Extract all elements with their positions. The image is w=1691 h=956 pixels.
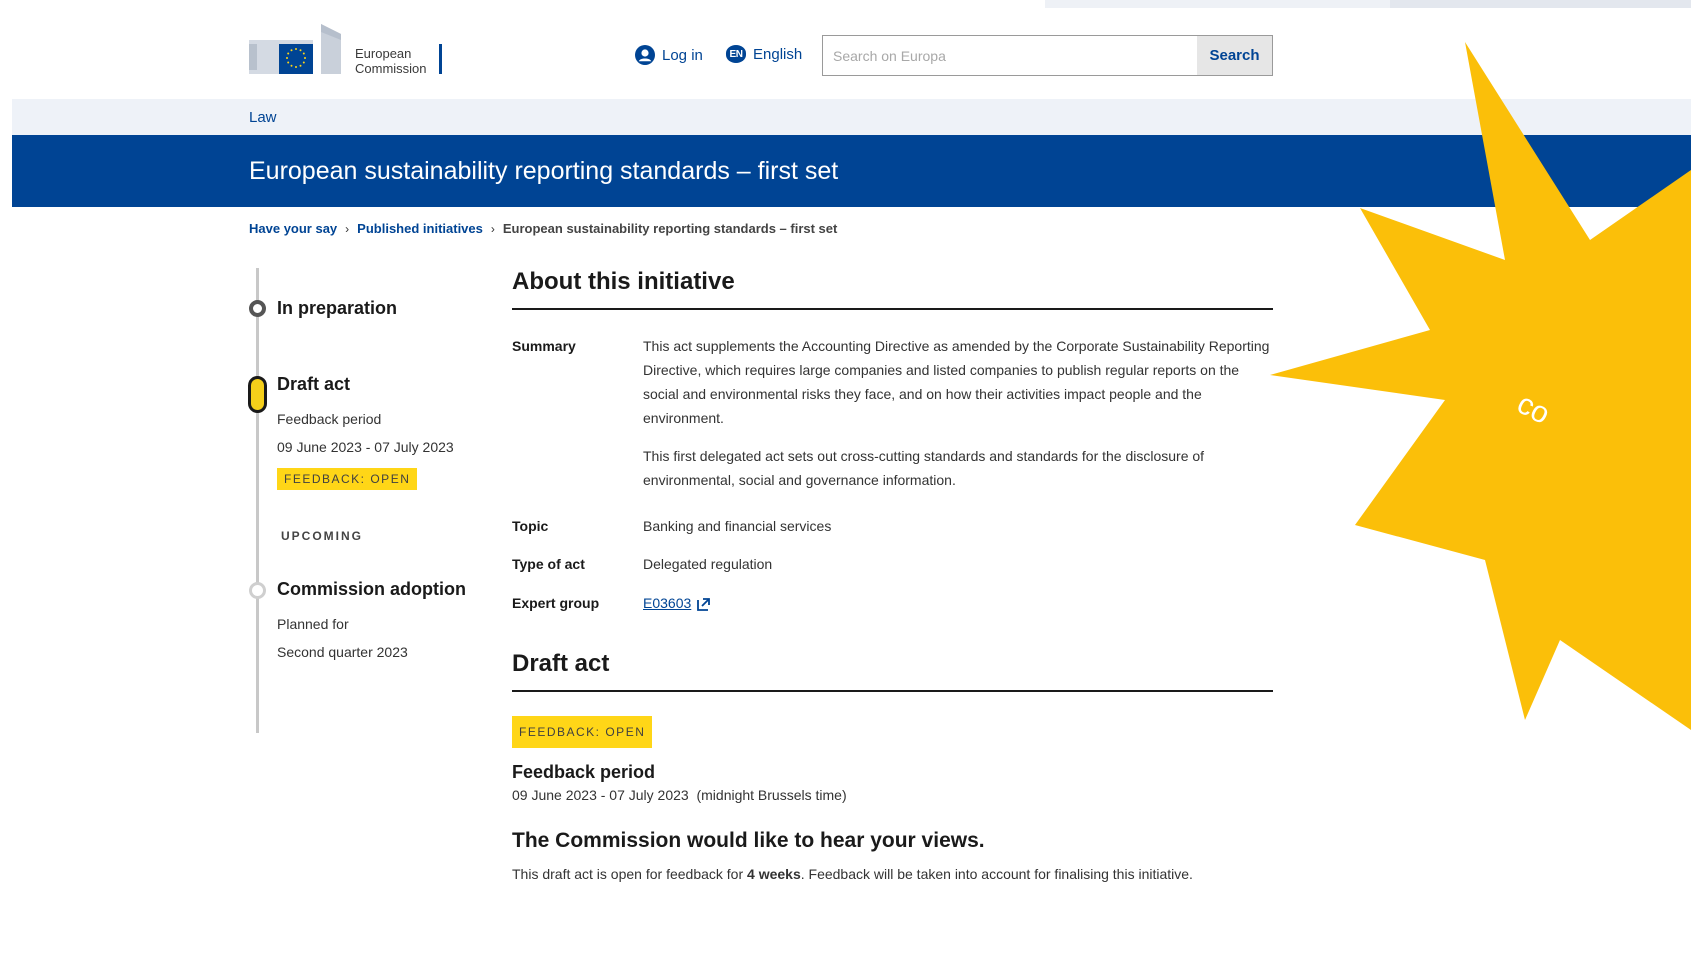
site-section-link[interactable]: Law — [249, 109, 277, 126]
timeline-dot-upcoming-icon — [249, 582, 266, 599]
timeline-planned-label: Planned for — [277, 616, 349, 632]
timeline-stage-commission-adoption: Commission adoption — [277, 579, 466, 599]
about-title: About this initiative — [512, 268, 1273, 310]
timeline-stage-draft-act: Draft act — [277, 374, 351, 394]
top-decor-strip-dark — [1390, 0, 1691, 8]
breadcrumb-have-your-say[interactable]: Have your say — [249, 221, 337, 236]
logo-line2: Commission — [355, 61, 427, 76]
breadcrumb-published-initiatives[interactable]: Published initiatives — [357, 221, 483, 236]
language-icon: EN — [726, 45, 746, 63]
timeline-dot-done-icon — [249, 300, 266, 317]
views-heading: The Commission would like to hear your v… — [512, 829, 985, 852]
topic-label: Topic — [512, 518, 549, 534]
login-label: Log in — [662, 46, 703, 64]
expert-group-value: E03603 — [643, 591, 1271, 615]
draft-feedback-open-badge: FEEDBACK: OPEN — [512, 716, 653, 748]
external-link-icon — [697, 597, 711, 611]
starburst-shape-icon: co — [1270, 42, 1691, 730]
timeline-current-marker-icon — [248, 376, 267, 413]
breadcrumb-current: European sustainability reporting standa… — [502, 221, 838, 236]
views-text-bold: 4 weeks — [747, 866, 801, 882]
page-title: European sustainability reporting standa… — [249, 157, 839, 185]
views-text-pre: This draft act is open for feedback for — [512, 866, 748, 882]
draft-title: Draft act — [512, 650, 1273, 692]
type-of-act-value: Delegated regulation — [643, 556, 773, 572]
timeline-stage-in-preparation: In preparation — [277, 298, 398, 318]
chevron-right-icon: › — [345, 221, 350, 236]
timeline-planned-date: Second quarter 2023 — [277, 644, 408, 660]
summary-paragraph-1: This act supplements the Accounting Dire… — [643, 338, 1270, 426]
expert-group-label: Expert group — [512, 595, 600, 611]
timeline-line — [256, 268, 259, 733]
ec-logo[interactable]: European Commission — [249, 22, 449, 76]
draft-section-header: Draft act — [512, 650, 1273, 692]
timeline-feedback-dates: 09 June 2023 - 07 July 2023 — [277, 439, 454, 455]
feedback-open-badge: FEEDBACK: OPEN — [277, 468, 418, 490]
language-selector[interactable]: EN English — [726, 45, 802, 63]
logo-line1: European — [355, 46, 412, 61]
views-text-post: . Feedback will be taken into account fo… — [800, 866, 1193, 882]
summary-value: This act supplements the Accounting Dire… — [643, 334, 1271, 492]
logo-text: European Commission — [355, 46, 427, 76]
type-of-act-label: Type of act — [512, 556, 585, 572]
summary-label: Summary — [512, 338, 576, 354]
search-form: Search — [822, 35, 1273, 76]
about-section-header: About this initiative — [512, 268, 1273, 310]
login-link[interactable]: Log in — [635, 45, 703, 65]
feedback-period-value: 09 June 2023 - 07 July 2023 (midnight Br… — [512, 787, 847, 803]
logo-divider — [439, 44, 442, 74]
ec-building-icon — [249, 24, 341, 74]
views-text: This draft act is open for feedback for … — [512, 862, 1193, 886]
search-input[interactable] — [823, 36, 1197, 75]
topic-value: Banking and financial services — [643, 518, 832, 534]
starburst-promo: co — [1260, 40, 1691, 740]
user-icon — [635, 45, 655, 65]
language-label: English — [753, 45, 803, 63]
summary-paragraph-2: This first delegated act sets out cross-… — [643, 448, 1205, 488]
draft-status-badge: FEEDBACK: OPEN — [512, 716, 653, 748]
timeline-upcoming-label: UPCOMING — [281, 529, 363, 543]
feedback-period-heading: Feedback period — [512, 762, 656, 782]
breadcrumb: Have your say › Published initiatives › … — [249, 221, 837, 236]
timeline-status-badge: FEEDBACK: OPEN — [277, 468, 418, 490]
expert-group-link[interactable]: E03603 — [643, 595, 691, 611]
chevron-right-icon: › — [490, 221, 495, 236]
timeline-feedback-label: Feedback period — [277, 411, 382, 427]
